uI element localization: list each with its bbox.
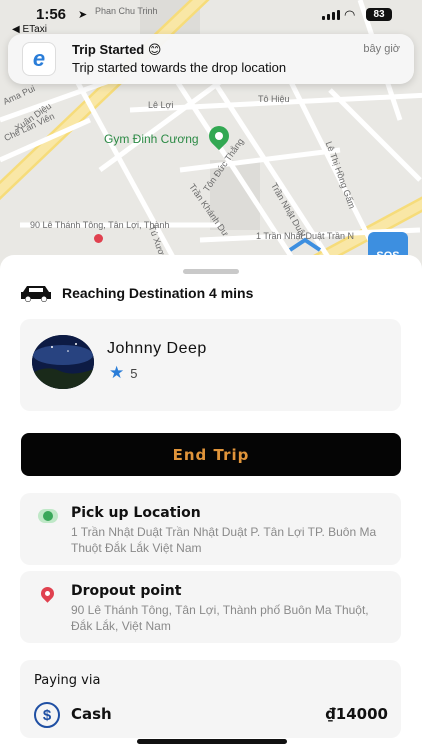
star-icon: ★	[109, 363, 125, 382]
drop-pin-icon	[38, 584, 57, 603]
pickup-card[interactable]: Pick up Location 1 Trần Nhật Duật Trần N…	[20, 493, 401, 565]
pickup-map-label: 1 Trần Nhật Duật Trần N	[256, 231, 355, 241]
status-time: 1:56	[36, 6, 67, 23]
street-label: Tô Hiệu	[258, 94, 290, 104]
driver-avatar	[32, 335, 94, 389]
pickup-dot-icon	[38, 509, 58, 523]
pickup-address: 1 Trần Nhật Duật Trần Nhật Duật P. Tân L…	[71, 525, 377, 555]
notification-title: Trip Started 😊	[72, 42, 162, 57]
payment-amount: ₫14000	[325, 705, 388, 723]
sheet-drag-handle[interactable]	[183, 269, 239, 274]
battery-indicator: 83	[366, 8, 392, 21]
notification-time: bây giờ	[363, 43, 400, 55]
street-label: Lê Lợi	[148, 100, 174, 110]
end-trip-button[interactable]: End Trip	[21, 433, 401, 476]
car-icon	[21, 286, 51, 302]
signal-icon	[322, 10, 340, 20]
trip-status-text: Reaching Destination 4 mins	[62, 285, 254, 301]
dollar-icon: $	[34, 702, 60, 728]
wifi-icon: ◠	[344, 7, 356, 22]
rating-value: 5	[130, 365, 138, 381]
trip-sheet: Reaching Destination 4 mins Johnny Deep …	[0, 255, 422, 750]
payment-label: Paying via	[34, 673, 101, 688]
dropoff-card[interactable]: Dropout point 90 Lê Thánh Tông, Tân Lợi,…	[20, 571, 401, 643]
payment-card[interactable]: Paying via $ Cash ₫14000	[20, 660, 401, 738]
drop-marker-icon[interactable]	[94, 234, 103, 243]
driver-rating: ★ 5	[109, 363, 137, 383]
dropoff-map-label: 90 Lê Thánh Tông, Tân Lợi, Thành	[30, 220, 170, 230]
dropoff-title: Dropout point	[71, 583, 182, 599]
status-bar: 1:56 ➤ ◀ ETaxi ◠ 83	[0, 0, 422, 35]
pickup-title: Pick up Location	[71, 505, 201, 521]
poi-label: Gym Đinh Cương	[104, 132, 199, 146]
map-view[interactable]: Phan Chu Trinh Lê Lợi Tô Hiệu Xuân Diệu …	[0, 0, 422, 270]
app-logo-icon: e	[22, 42, 56, 76]
payment-method: Cash	[71, 705, 112, 723]
home-indicator[interactable]	[137, 739, 287, 744]
dropoff-address: 90 Lê Thánh Tông, Tân Lợi, Thành phố Buô…	[71, 603, 369, 633]
trip-status-row: Reaching Destination 4 mins	[20, 283, 253, 303]
notification-body: Trip started towards the drop location	[72, 60, 287, 75]
driver-card: Johnny Deep ★ 5	[20, 319, 401, 411]
driver-name: Johnny Deep	[107, 340, 207, 357]
location-arrow-icon: ➤	[78, 9, 88, 21]
notification-banner[interactable]: e Trip Started 😊 Trip started towards th…	[8, 34, 414, 84]
